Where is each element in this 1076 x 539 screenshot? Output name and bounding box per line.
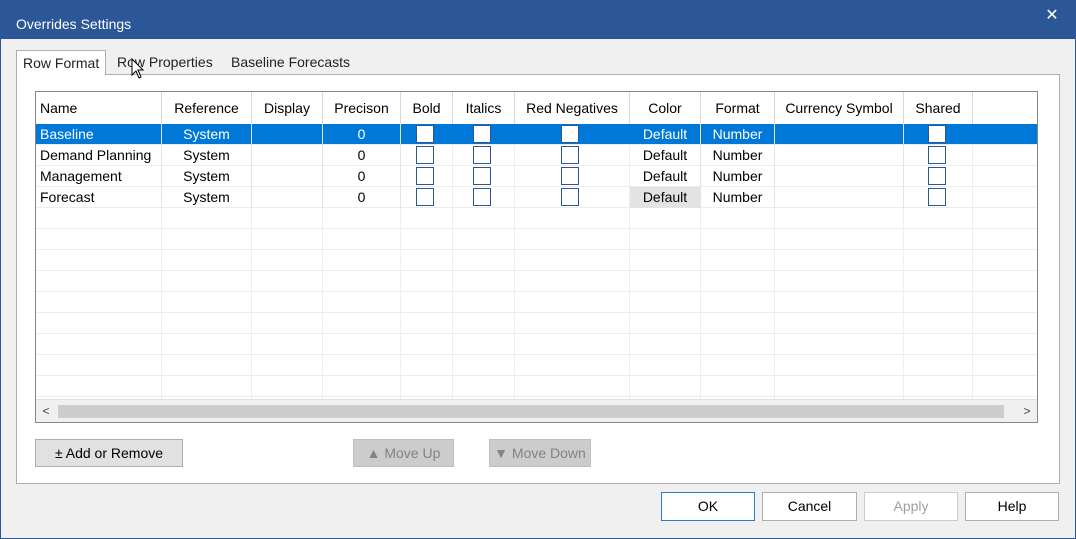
- table-row[interactable]: Forecast System 0 Default Number: [36, 187, 1037, 208]
- cell-format[interactable]: Number: [701, 166, 775, 187]
- scrollbar-thumb[interactable]: [58, 405, 1004, 418]
- cell-name[interactable]: Baseline: [36, 124, 162, 145]
- red-negatives-checkbox[interactable]: [561, 125, 579, 143]
- column-header-reference[interactable]: Reference: [162, 92, 252, 124]
- move-down-button[interactable]: ▼ Move Down: [489, 439, 591, 467]
- empty-row: [36, 376, 1037, 397]
- horizontal-scrollbar[interactable]: < >: [36, 399, 1037, 422]
- table-row[interactable]: Management System 0 Default Number: [36, 166, 1037, 187]
- cell-display[interactable]: [252, 145, 323, 166]
- cell-reference[interactable]: System: [162, 145, 252, 166]
- cell-format[interactable]: Number: [701, 124, 775, 145]
- ok-button[interactable]: OK: [661, 492, 755, 521]
- table-row[interactable]: Demand Planning System 0 Default Number: [36, 145, 1037, 166]
- column-header-format[interactable]: Format: [701, 92, 775, 124]
- shared-checkbox[interactable]: [928, 188, 946, 206]
- cell-precision[interactable]: 0: [323, 166, 401, 187]
- empty-row: [36, 229, 1037, 250]
- apply-button[interactable]: Apply: [864, 492, 958, 521]
- title-bar[interactable]: Overrides Settings ✕: [1, 1, 1075, 39]
- cell-reference[interactable]: System: [162, 187, 252, 208]
- scroll-left-button[interactable]: <: [36, 400, 56, 422]
- empty-row: [36, 208, 1037, 229]
- column-header-precision[interactable]: Precison: [323, 92, 401, 124]
- cancel-button[interactable]: Cancel: [762, 492, 857, 521]
- cell-format[interactable]: Number: [701, 145, 775, 166]
- empty-row: [36, 271, 1037, 292]
- empty-row: [36, 334, 1037, 355]
- help-button[interactable]: Help: [965, 492, 1059, 521]
- cell-precision[interactable]: 0: [323, 187, 401, 208]
- cell-name[interactable]: Forecast: [36, 187, 162, 208]
- red-negatives-checkbox[interactable]: [561, 146, 579, 164]
- cell-reference[interactable]: System: [162, 166, 252, 187]
- bold-checkbox[interactable]: [416, 125, 434, 143]
- mouse-cursor-icon: [131, 58, 145, 79]
- cell-currency-symbol[interactable]: [775, 145, 904, 166]
- column-header-shared[interactable]: Shared: [904, 92, 973, 124]
- cell-precision[interactable]: 0: [323, 145, 401, 166]
- grid-body: Baseline System 0 Default Number Demand …: [36, 124, 1037, 400]
- tab-baseline-forecasts[interactable]: Baseline Forecasts: [231, 54, 350, 74]
- dialog-title: Overrides Settings: [16, 16, 132, 32]
- italics-checkbox[interactable]: [473, 146, 491, 164]
- empty-row: [36, 292, 1037, 313]
- cell-color[interactable]: Default: [630, 166, 701, 187]
- scroll-right-button[interactable]: >: [1017, 400, 1037, 422]
- italics-checkbox[interactable]: [473, 167, 491, 185]
- cell-display[interactable]: [252, 124, 323, 145]
- cell-display[interactable]: [252, 187, 323, 208]
- cell-currency-symbol[interactable]: [775, 187, 904, 208]
- empty-row: [36, 250, 1037, 271]
- table-row[interactable]: Baseline System 0 Default Number: [36, 124, 1037, 145]
- cell-color[interactable]: Default: [630, 124, 701, 145]
- empty-row: [36, 313, 1037, 334]
- column-header-bold[interactable]: Bold: [401, 92, 453, 124]
- red-negatives-checkbox[interactable]: [561, 188, 579, 206]
- shared-checkbox[interactable]: [928, 167, 946, 185]
- italics-checkbox[interactable]: [473, 125, 491, 143]
- column-header-italics[interactable]: Italics: [453, 92, 515, 124]
- column-header-name[interactable]: Name: [36, 92, 162, 124]
- cell-name[interactable]: Management: [36, 166, 162, 187]
- row-format-panel: Name Reference Display Precison Bold Ita…: [16, 74, 1060, 484]
- cell-color[interactable]: Default: [630, 187, 701, 208]
- cell-format[interactable]: Number: [701, 187, 775, 208]
- cell-precision[interactable]: 0: [323, 124, 401, 145]
- shared-checkbox[interactable]: [928, 146, 946, 164]
- red-negatives-checkbox[interactable]: [561, 167, 579, 185]
- move-up-button[interactable]: ▲ Move Up: [353, 439, 454, 467]
- grid-header: Name Reference Display Precison Bold Ita…: [36, 92, 1037, 125]
- cell-reference[interactable]: System: [162, 124, 252, 145]
- cell-color[interactable]: Default: [630, 145, 701, 166]
- row-format-grid[interactable]: Name Reference Display Precison Bold Ita…: [35, 91, 1038, 423]
- close-button[interactable]: ✕: [1037, 5, 1067, 27]
- cell-display[interactable]: [252, 166, 323, 187]
- bold-checkbox[interactable]: [416, 167, 434, 185]
- tab-row-format[interactable]: Row Format: [16, 50, 107, 75]
- italics-checkbox[interactable]: [473, 188, 491, 206]
- column-header-currency-symbol[interactable]: Currency Symbol: [775, 92, 904, 124]
- add-or-remove-button[interactable]: ± Add or Remove: [35, 439, 183, 467]
- cell-currency-symbol[interactable]: [775, 166, 904, 187]
- empty-row: [36, 355, 1037, 376]
- dialog-window: Overrides Settings ✕ Row Format Row Prop…: [0, 0, 1076, 539]
- cell-currency-symbol[interactable]: [775, 124, 904, 145]
- bold-checkbox[interactable]: [416, 146, 434, 164]
- column-header-display[interactable]: Display: [252, 92, 323, 124]
- shared-checkbox[interactable]: [928, 125, 946, 143]
- cell-name[interactable]: Demand Planning: [36, 145, 162, 166]
- bold-checkbox[interactable]: [416, 188, 434, 206]
- column-header-color[interactable]: Color: [630, 92, 701, 124]
- column-header-red-negatives[interactable]: Red Negatives: [515, 92, 630, 124]
